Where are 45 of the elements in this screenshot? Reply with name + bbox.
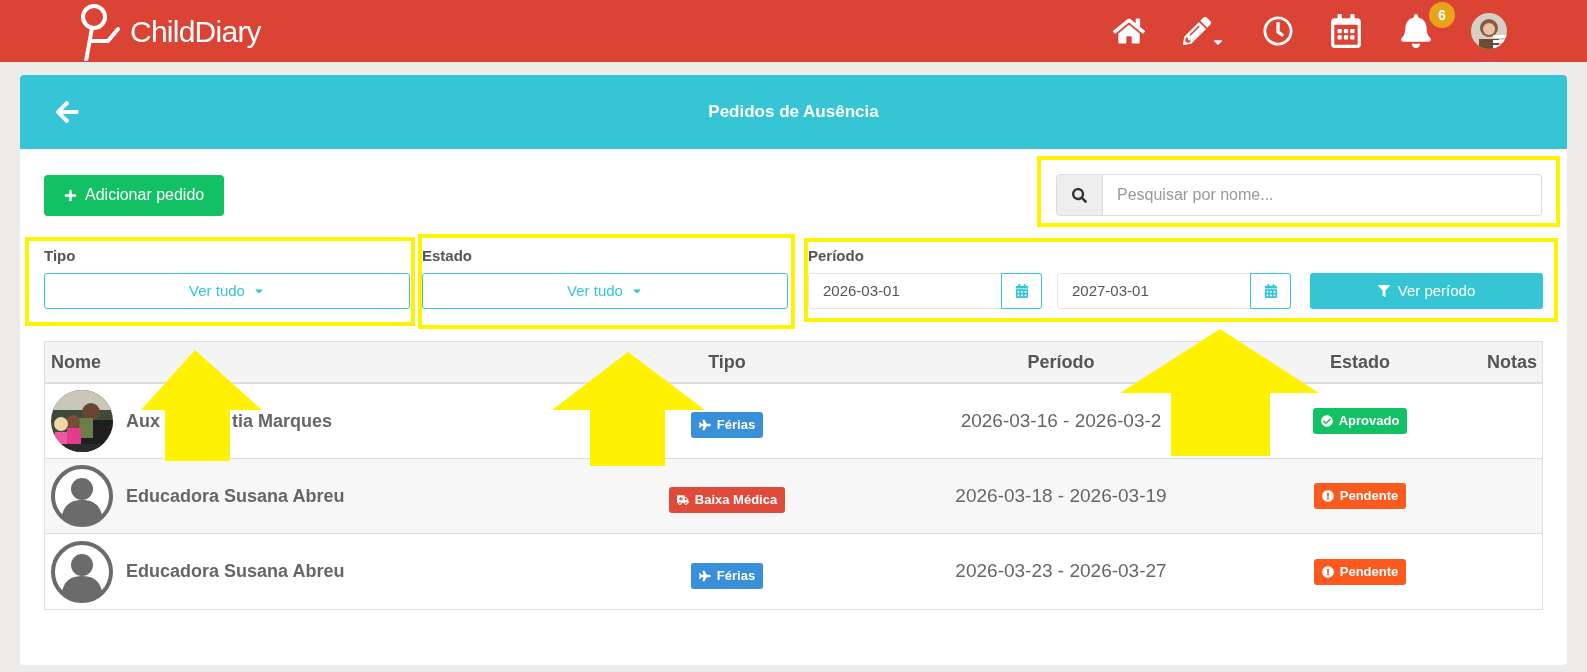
page-title: Pedidos de Ausência [708,101,879,124]
column-header: Nome [50,350,101,374]
logo-text: ChildDiary [130,13,261,50]
home-icon[interactable] [1113,16,1145,46]
search-icon[interactable] [1072,187,1087,203]
notification-badge: 6 [1429,2,1455,28]
search-field[interactable]: Pesquisar por nome... [1103,174,1542,216]
column-header: Tipo [708,350,746,374]
status-badge: Aprovado [1312,408,1408,434]
filter-label: Tipo [44,246,77,266]
add-request-button[interactable]: Adicionar pedido [44,174,225,216]
person-name: Aux [126,409,160,433]
filter-dropdown[interactable]: Ver tudo [422,273,788,309]
ambulance-icon [676,494,689,506]
bell-icon[interactable] [1399,14,1433,48]
type-badge: Férias [690,412,764,438]
period-button[interactable]: Ver período [1310,273,1543,309]
date-field[interactable]: 2027-03-01 [1057,273,1291,309]
person-name: Educadora Susana Abreu [126,560,345,583]
filter-label: Estado [422,246,473,266]
filter-icon [1377,285,1390,297]
edit-menu[interactable] [1183,17,1225,45]
plane-icon [698,569,711,582]
calendar-icon[interactable] [1331,14,1361,48]
column-header: Período [1027,350,1095,374]
period-text: 2026-03-18 - 2026-03-19 [955,483,1167,508]
column-header: Notas [1487,350,1538,374]
plane-icon [698,419,711,431]
plus-icon [64,188,77,202]
person-name: Educadora Susana Abreu [126,484,345,508]
column-header: Estado [1330,350,1390,374]
avatar-icon [51,465,113,527]
date-field[interactable]: 2026-03-01 [808,273,1042,309]
status-badge: Pendente [1313,483,1407,509]
avatar-icon [51,540,113,603]
clock-icon[interactable] [1263,16,1293,46]
pencil-icon[interactable] [1183,17,1211,45]
status-badge: Pendente [1313,558,1407,585]
period-text: 2026-03-16 - 2026-03-2 [960,408,1162,433]
type-badge: Férias [690,562,764,589]
type-badge: Baixa Médica [668,487,786,513]
filter-label: Período [808,246,865,266]
period-text: 2026-03-23 - 2026-03-27 [955,559,1167,584]
filter-dropdown[interactable]: Ver tudo [44,273,410,309]
person-name: tia Marques [232,409,333,433]
